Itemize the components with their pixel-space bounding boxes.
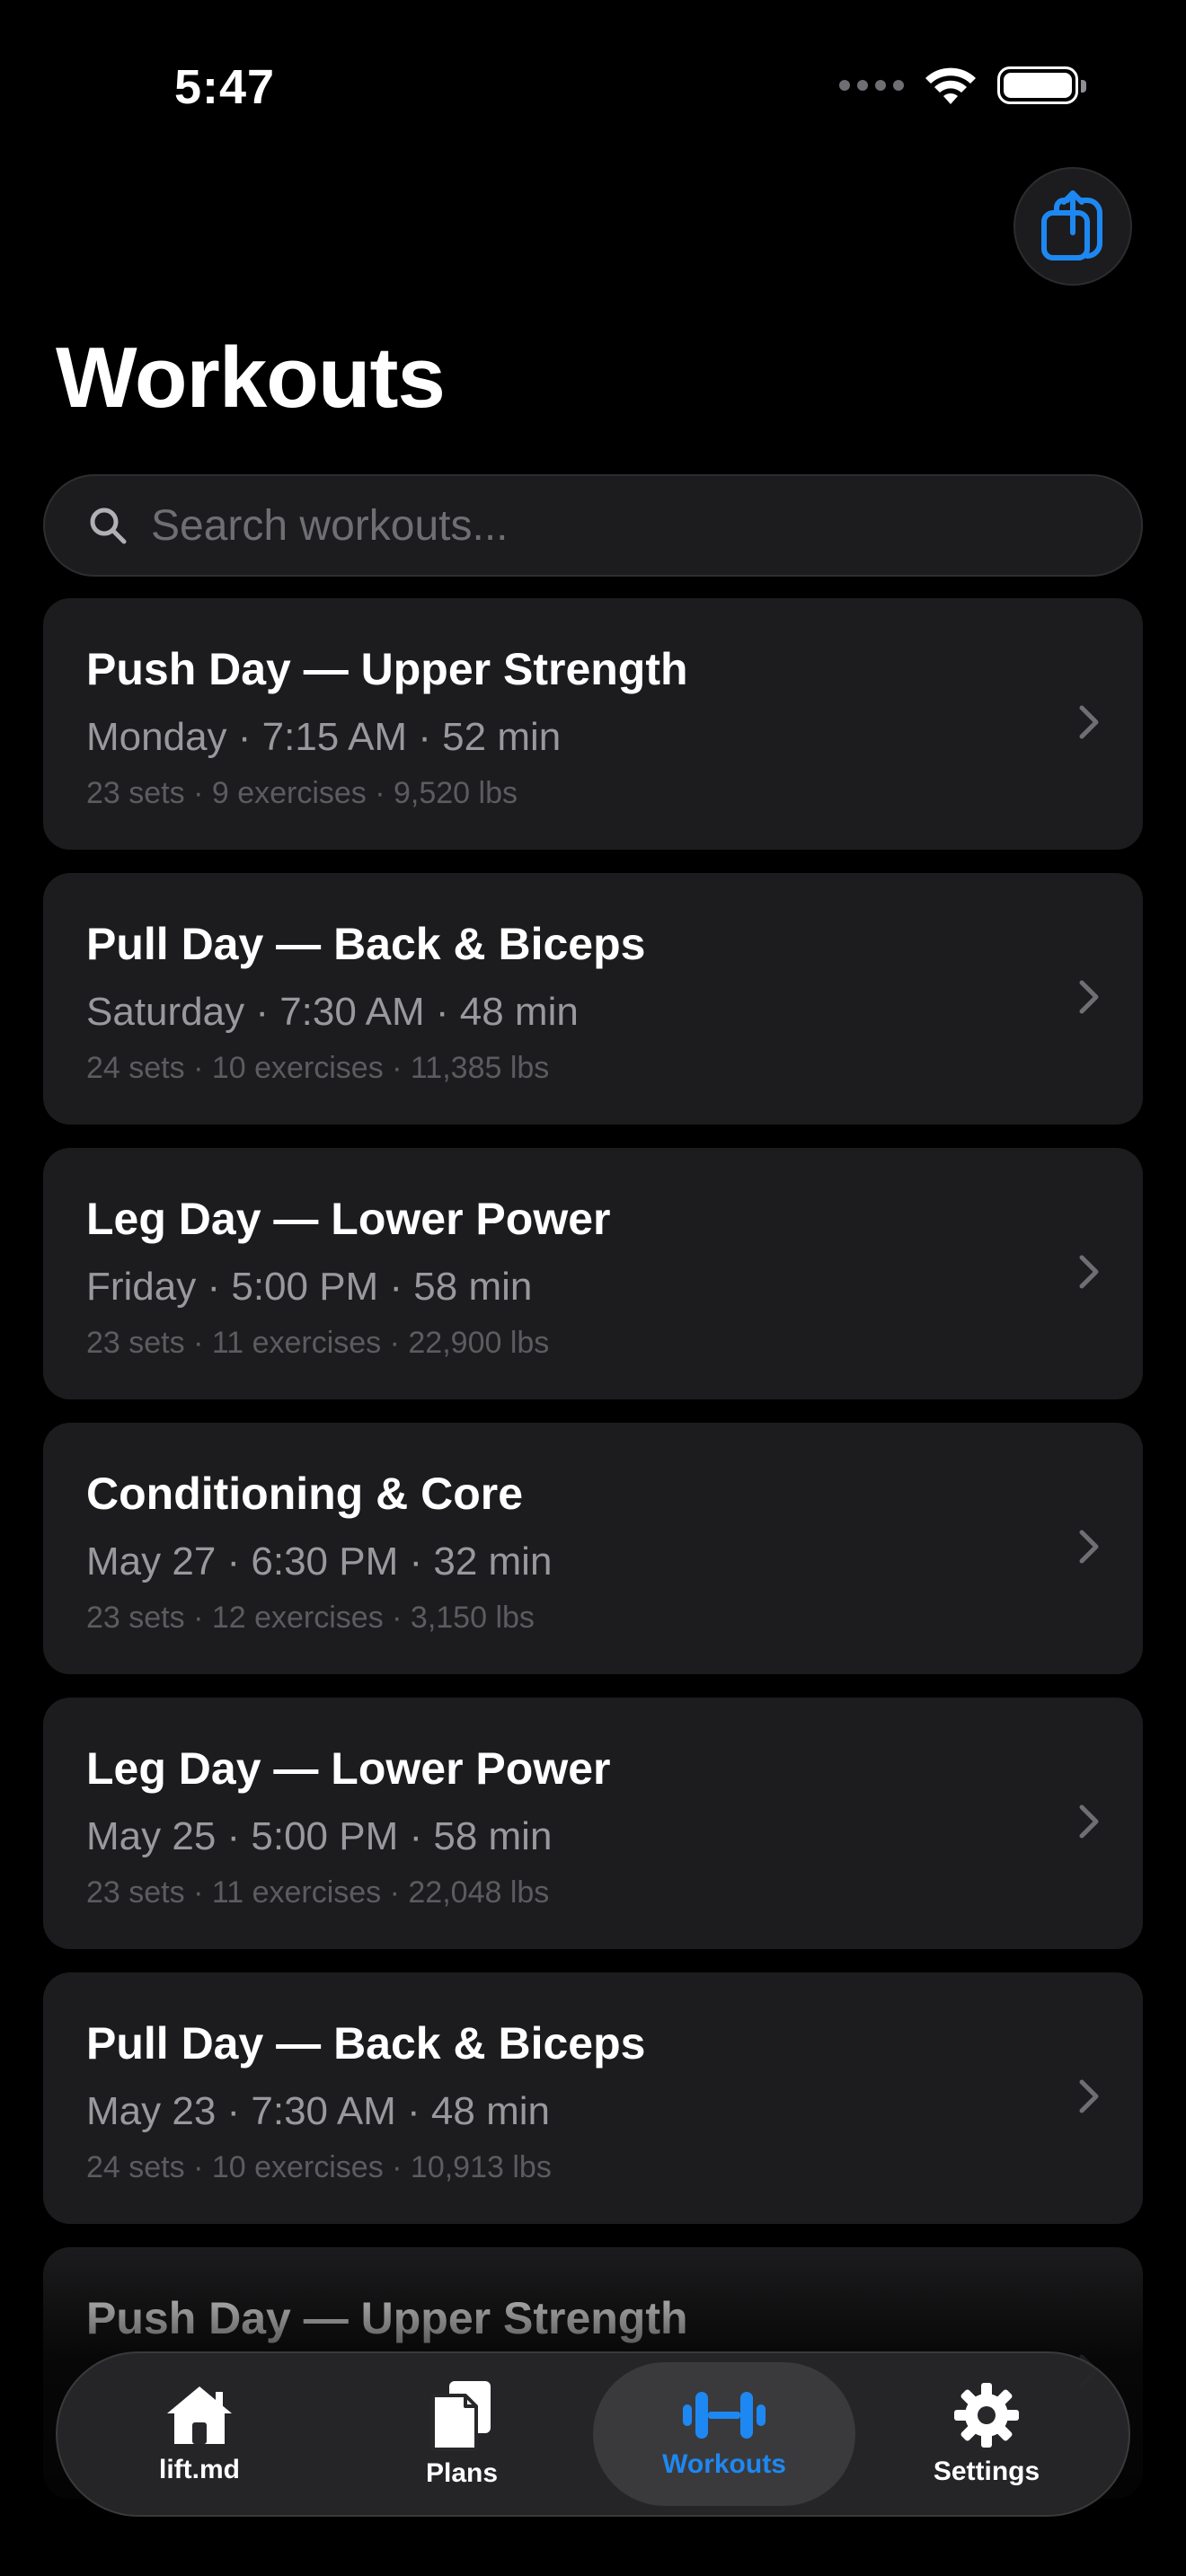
- workout-summary: 24 sets · 10 exercises · 10,913 lbs: [86, 2150, 552, 2184]
- workout-meta: Monday · 7:15 AM · 52 min: [86, 715, 562, 759]
- workout-meta: May 25 · 5:00 PM · 58 min: [86, 1814, 553, 1858]
- share-icon: [1041, 190, 1102, 260]
- workout-card[interactable]: Pull Day — Back & Biceps May 23 · 7:30 A…: [43, 1972, 1143, 2224]
- chevron-right-icon: [1079, 1530, 1099, 1564]
- workout-summary: 23 sets · 11 exercises · 22,048 lbs: [86, 1875, 550, 1910]
- status-time: 5:47: [174, 60, 276, 114]
- gear-icon: [954, 2383, 1019, 2448]
- workout-title: Pull Day — Back & Biceps: [86, 2018, 646, 2069]
- tab-lift-md[interactable]: lift.md: [68, 2362, 331, 2506]
- status-icons: [839, 65, 1086, 106]
- house-icon: [167, 2386, 232, 2444]
- tab-bar: lift.md Plans Workouts Settings: [56, 2351, 1130, 2517]
- status-bar: 5:47: [0, 0, 1186, 171]
- workout-card[interactable]: Leg Day — Lower Power Friday · 5:00 PM ·…: [43, 1148, 1143, 1399]
- tab-label: Settings: [933, 2457, 1040, 2486]
- workout-meta: May 23 · 7:30 AM · 48 min: [86, 2089, 550, 2133]
- tab-label: Workouts: [662, 2449, 786, 2479]
- share-button[interactable]: [1013, 167, 1132, 286]
- workout-title: Leg Day — Lower Power: [86, 1743, 611, 1794]
- workout-title: Push Day — Upper Strength: [86, 2293, 688, 2343]
- wifi-icon: [925, 67, 976, 104]
- search-icon: [90, 507, 127, 544]
- workout-title: Push Day — Upper Strength: [86, 644, 688, 694]
- workout-summary: 24 sets · 10 exercises · 11,385 lbs: [86, 1051, 550, 1085]
- chevron-right-icon: [1079, 980, 1099, 1014]
- workout-summary: 23 sets · 12 exercises · 3,150 lbs: [86, 1601, 535, 1635]
- chevron-right-icon: [1079, 1804, 1099, 1839]
- chevron-right-icon: [1079, 2079, 1099, 2113]
- workout-summary: 23 sets · 11 exercises · 22,900 lbs: [86, 1326, 550, 1360]
- workout-summary: 23 sets · 9 exercises · 9,520 lbs: [86, 776, 518, 810]
- tab-settings[interactable]: Settings: [855, 2362, 1118, 2506]
- tab-workouts[interactable]: Workouts: [593, 2362, 855, 2506]
- workout-meta: Saturday · 7:30 AM · 48 min: [86, 990, 579, 1034]
- battery-icon: [997, 66, 1086, 104]
- search-input[interactable]: [151, 500, 1049, 551]
- workout-title: Pull Day — Back & Biceps: [86, 919, 646, 969]
- signal-dots-icon: [839, 80, 904, 91]
- workout-card[interactable]: Leg Day — Lower Power May 25 · 5:00 PM ·…: [43, 1698, 1143, 1949]
- workout-meta: May 27 · 6:30 PM · 32 min: [86, 1539, 553, 1584]
- tab-label: lift.md: [159, 2455, 240, 2484]
- workout-title: Conditioning & Core: [86, 1469, 524, 1519]
- chevron-right-icon: [1079, 705, 1099, 739]
- chevron-right-icon: [1079, 1255, 1099, 1289]
- tab-label: Plans: [425, 2458, 499, 2488]
- workout-card[interactable]: Conditioning & Core May 27 · 6:30 PM · 3…: [43, 1423, 1143, 1674]
- workout-title: Leg Day — Lower Power: [86, 1194, 611, 1244]
- search-bar[interactable]: [43, 474, 1143, 577]
- documents-icon: [431, 2381, 491, 2451]
- dumbbell-icon: [683, 2392, 766, 2439]
- workout-list: Push Day — Upper Strength Monday · 7:15 …: [43, 598, 1143, 2522]
- workout-card[interactable]: Push Day — Upper Strength Monday · 7:15 …: [43, 598, 1143, 850]
- workout-card[interactable]: Pull Day — Back & Biceps Saturday · 7:30…: [43, 873, 1143, 1125]
- tab-plans[interactable]: Plans: [331, 2362, 593, 2506]
- workout-meta: Friday · 5:00 PM · 58 min: [86, 1265, 533, 1309]
- page-title: Workouts: [56, 330, 446, 426]
